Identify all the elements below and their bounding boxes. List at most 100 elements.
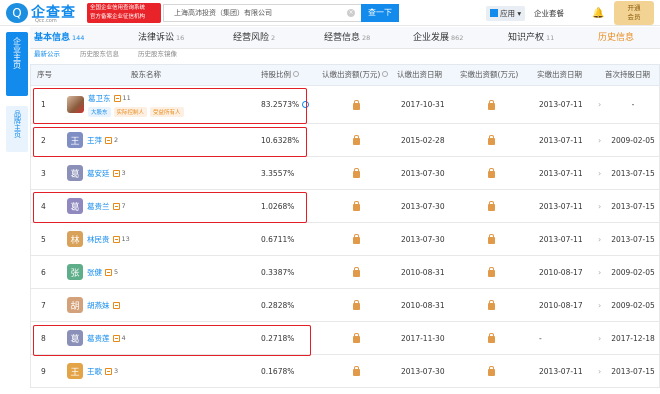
chevron-right-icon[interactable]: › (598, 355, 602, 387)
table-row[interactable]: 5 林 林民贵 13 0.6711% 2013-07-30 2013-07-11 … (30, 223, 660, 256)
tab-ip[interactable]: 知识产权 11 (508, 27, 554, 49)
holder-name-line: 葛卫东 11 (88, 93, 187, 104)
paid-date-text: 2013-07-11 (539, 201, 583, 211)
holder-avatar[interactable]: 葛 (67, 198, 83, 214)
equity-count: 4 (121, 334, 126, 342)
lock-icon[interactable] (488, 234, 495, 244)
table-row[interactable]: 4 葛 葛贵兰 7 1.0268% 2013-07-30 2013-07-11 ›… (30, 190, 660, 223)
tab-risk[interactable]: 经营风险 2 (233, 27, 275, 49)
holder-name[interactable]: 葛安廷 (87, 168, 110, 179)
lock-icon[interactable] (353, 234, 360, 244)
equity-link-icon[interactable] (112, 334, 120, 342)
table-row[interactable]: 6 张 张健 5 0.3387% 2010-08-31 2010-08-17 › … (30, 256, 660, 289)
col-first-date: 首次持股日期 (605, 70, 650, 79)
clear-icon[interactable]: × (347, 9, 355, 17)
paid-date: 2013-07-11 (539, 190, 583, 222)
chevron-right-icon[interactable]: › (598, 124, 602, 156)
equity-link-icon[interactable] (112, 169, 120, 177)
row-no: 7 (41, 300, 46, 310)
paid-date-text: 2013-07-11 (539, 135, 583, 145)
tab-operation[interactable]: 经营信息 28 (324, 27, 370, 49)
ratio-cell: 1.0268% (261, 190, 294, 222)
lock-icon[interactable] (353, 135, 360, 145)
chevron-right-icon[interactable]: › (598, 86, 602, 123)
lock-icon[interactable] (488, 267, 495, 277)
apps-menu[interactable]: 应用 ▾ (486, 6, 526, 21)
holder-avatar[interactable]: 王 (67, 363, 83, 379)
holder-avatar[interactable]: 张 (67, 264, 83, 280)
lock-icon[interactable] (353, 333, 360, 343)
equity-link-icon[interactable] (105, 268, 112, 276)
equity-link-icon[interactable] (113, 94, 121, 102)
tab-basic-info[interactable]: 基本信息 144 (34, 27, 84, 49)
holder-name[interactable]: 胡燕妹 (87, 300, 110, 311)
holder-name[interactable]: 张健 (87, 267, 102, 278)
equity-link-icon[interactable] (112, 235, 120, 243)
search-button[interactable]: 查一下 (361, 4, 399, 22)
tab-label: 经营风险 (233, 33, 270, 43)
holder-name[interactable]: 葛卫东 (88, 93, 111, 104)
qcc-logo-icon[interactable]: Q (6, 3, 28, 23)
lock-icon[interactable] (488, 135, 495, 145)
chevron-right-icon[interactable]: › (598, 256, 602, 288)
holder-avatar[interactable] (67, 96, 84, 113)
lock-icon[interactable] (488, 201, 495, 211)
holder-name[interactable]: 葛贵兰 (87, 201, 110, 212)
holder-avatar[interactable]: 葛 (67, 165, 83, 181)
bell-icon[interactable]: 🔔 (592, 6, 604, 21)
holder-name[interactable]: 林民贵 (87, 234, 110, 245)
table-row[interactable]: 7 胡 胡燕妹 0.2828% 2010-08-31 2010-08-17 › … (30, 289, 660, 322)
lock-icon[interactable] (488, 168, 495, 178)
tab-history[interactable]: 历史信息 (598, 27, 634, 49)
lock-icon[interactable] (353, 201, 360, 211)
table-row[interactable]: 1 葛卫东 11 大股东 实际控制人 受益所有人 83.2573% 2017-10-3… (30, 86, 660, 124)
table-row[interactable]: 9 王 王歌 3 0.1678% 2013-07-30 2013-07-11 › … (30, 355, 660, 388)
holder-avatar[interactable]: 林 (67, 231, 83, 247)
holder-avatar[interactable]: 胡 (67, 297, 83, 313)
lock-icon[interactable] (353, 267, 360, 277)
holder-name[interactable]: 王歌 (87, 366, 102, 377)
subtab-history-holders[interactable]: 历史股东信息 (80, 48, 119, 58)
equity-trend-icon[interactable] (302, 101, 310, 108)
lock-icon[interactable] (488, 300, 495, 310)
table-row[interactable]: 8 葛 葛贵莲 4 0.2718% 2017-11-30 - › 2017-12-… (30, 322, 660, 355)
chevron-right-icon[interactable]: › (598, 190, 602, 222)
lock-icon[interactable] (353, 99, 360, 110)
lock-icon[interactable] (488, 333, 495, 343)
ratio-cell: 0.2828% (261, 289, 294, 321)
paid-date-text: 2010-08-17 (539, 267, 583, 277)
lock-icon[interactable] (353, 366, 360, 376)
chevron-right-icon[interactable]: › (598, 322, 602, 354)
table-row[interactable]: 2 王 王萍 2 10.6328% 2015-02-28 2013-07-11 ›… (30, 124, 660, 157)
paid-amount (488, 322, 495, 354)
enterprise-plan-link[interactable]: 企业套餐 (534, 6, 564, 21)
lock-icon[interactable] (353, 168, 360, 178)
help-icon[interactable] (382, 71, 389, 77)
chevron-right-icon[interactable]: › (598, 289, 602, 321)
equity-link-icon[interactable] (112, 202, 120, 210)
tab-development[interactable]: 企业发展 862 (413, 27, 463, 49)
equity-link-icon[interactable] (105, 136, 112, 144)
holder-name[interactable]: 王萍 (87, 135, 102, 146)
chevron-right-icon[interactable]: › (598, 223, 602, 255)
table-row[interactable]: 3 葛 葛安廷 3 3.3557% 2013-07-30 2013-07-11 ›… (30, 157, 660, 190)
rail-company-home[interactable]: 企业主页 (6, 32, 28, 96)
holder-avatar[interactable]: 葛 (67, 330, 83, 346)
holder-name[interactable]: 葛贵莲 (87, 333, 110, 344)
subtab-latest[interactable]: 最新公示 (34, 48, 60, 58)
equity-link-icon[interactable] (105, 367, 112, 375)
subtab-holder-mirror[interactable]: 历史股东镜像 (138, 48, 177, 58)
rail-brand-home[interactable]: 品牌主页 (6, 106, 28, 152)
vip-button[interactable]: 开通 会员 (614, 1, 654, 25)
help-icon[interactable] (293, 71, 299, 77)
search-input[interactable]: 上海高沛投资（集团）有限公司 × (163, 4, 361, 22)
lock-icon[interactable] (488, 366, 495, 376)
equity-link-icon[interactable] (112, 301, 120, 309)
lock-icon[interactable] (353, 300, 360, 310)
lock-icon[interactable] (488, 99, 495, 110)
holder-avatar[interactable]: 王 (67, 132, 83, 148)
tab-legal[interactable]: 法律诉讼 16 (138, 27, 184, 49)
holder-cell: 葛卫东 11 大股东 实际控制人 受益所有人 (67, 86, 187, 123)
chevron-right-icon[interactable]: › (598, 157, 602, 189)
paid-date-text: 2010-08-17 (539, 300, 583, 310)
